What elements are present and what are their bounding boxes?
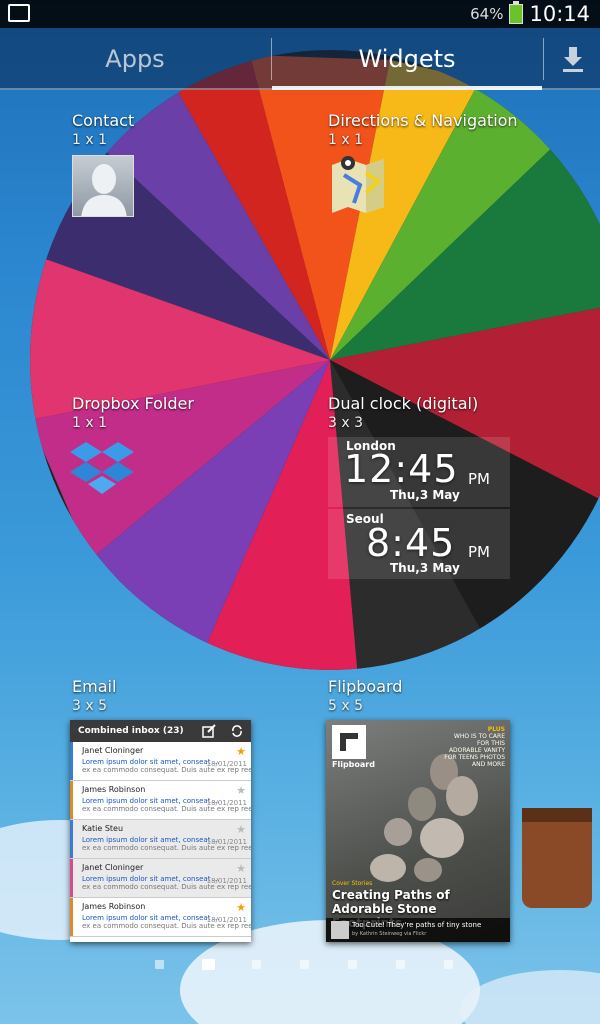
widget-title: Dual clock (digital): [328, 394, 479, 413]
widget-size: 3 x 3: [328, 415, 363, 431]
email-sender: Janet Cloninger: [82, 746, 144, 755]
clock-block-london: London 12:45 PM Thu,3 May: [328, 437, 510, 507]
widget-title: Email: [72, 677, 117, 696]
widget-title: Contact: [72, 111, 135, 130]
tab-bar: Apps Widgets: [0, 28, 600, 90]
email-date: 18/01/2011: [206, 877, 247, 885]
email-row[interactable]: Janet Cloninger Lorem ipsum dolor sit ame…: [70, 859, 251, 898]
email-date: 18/01/2011: [206, 799, 247, 807]
flipboard-thumbnail: [331, 921, 349, 939]
page-indicator: [0, 957, 600, 973]
widget-size: 1 x 1: [72, 415, 107, 431]
tab-apps[interactable]: Apps: [0, 28, 270, 90]
widget-size: 5 x 5: [328, 698, 363, 714]
compose-icon: [202, 724, 216, 738]
refresh-icon: [230, 724, 244, 738]
widget-title: Dropbox Folder: [72, 394, 194, 413]
page-dot[interactable]: [155, 960, 164, 969]
clock-time: 12:45: [344, 447, 459, 491]
download-icon: [562, 47, 583, 72]
map-navigation-icon[interactable]: [330, 155, 386, 217]
email-widget-preview[interactable]: Combined inbox (23) Janet Cloninger Lorem…: [70, 720, 251, 942]
dual-clock-preview[interactable]: London 12:45 PM Thu,3 May Seoul 8:45 PM …: [328, 437, 510, 585]
email-account-color-bar: [70, 898, 73, 936]
tab-widgets[interactable]: Widgets: [272, 28, 542, 90]
email-account-color-bar: [70, 781, 73, 819]
page-dot[interactable]: [348, 960, 357, 969]
email-date: 18/01/2011: [206, 760, 247, 768]
email-row[interactable]: Janet Cloninger Lorem ipsum dolor sit ame…: [70, 742, 251, 781]
battery-percent: 64%: [470, 5, 504, 23]
widget-flipboard[interactable]: Flipboard 5 x 5: [328, 677, 402, 714]
email-row[interactable]: James Robinson Lorem ipsum dolor sit amet…: [70, 781, 251, 820]
email-date: 18/01/2011: [206, 838, 247, 846]
contact-silhouette-icon[interactable]: [72, 155, 134, 217]
flipboard-byline: by Kathrin Steinweg via Flickr: [352, 931, 427, 937]
flipboard-side-tag: PLUS: [487, 726, 505, 733]
flipboard-name: Flipboard: [332, 760, 375, 769]
email-sender: Katie Steu: [82, 824, 124, 833]
email-inbox-title: Combined inbox (23): [78, 726, 184, 736]
clock-block-seoul: Seoul 8:45 PM Thu,3 May: [328, 509, 510, 579]
battery-icon: [509, 1, 524, 24]
clock-date: Thu,3 May: [390, 561, 460, 575]
email-date: 18/01/2011: [206, 916, 247, 924]
status-clock: 10:14: [529, 2, 590, 26]
page-dot[interactable]: [300, 960, 309, 969]
widget-email[interactable]: Email 3 x 5: [72, 677, 116, 714]
email-header: Combined inbox (23): [70, 720, 251, 742]
widget-size: 3 x 5: [72, 698, 107, 714]
widget-size: 1 x 1: [328, 132, 363, 148]
star-icon[interactable]: ★: [236, 823, 246, 836]
clock-date: Thu,3 May: [390, 488, 460, 502]
status-bar: 64% 10:14: [0, 0, 600, 28]
flipboard-footer: Too Cute! They're paths of tiny stone by…: [326, 918, 510, 942]
widget-title: Flipboard: [328, 677, 403, 696]
star-icon[interactable]: ★: [236, 784, 246, 797]
page-dot-active[interactable]: [202, 959, 215, 970]
email-row[interactable]: Katie Steu Lorem ipsum dolor sit amet, co…: [70, 820, 251, 859]
email-row[interactable]: James Robinson Lorem ipsum dolor sit amet…: [70, 898, 251, 937]
star-icon[interactable]: ★: [236, 862, 246, 875]
star-icon[interactable]: ★: [236, 745, 246, 758]
flipboard-side-text: PLUS WHO IS TO CARE FOR THIS ADORABLE VA…: [443, 726, 505, 768]
flipboard-side-headline: WHO IS TO CARE FOR THIS ADORABLE VANITY …: [444, 733, 505, 768]
page-dot[interactable]: [252, 960, 261, 969]
email-account-color-bar: [70, 859, 73, 897]
widget-size: 1 x 1: [72, 132, 107, 148]
star-icon[interactable]: ★: [236, 901, 246, 914]
email-account-color-bar: [70, 742, 73, 780]
flipboard-category: Cover Stories: [332, 880, 373, 887]
clock-time: 8:45: [366, 521, 456, 565]
email-account-color-bar: [70, 820, 73, 858]
email-sender: Janet Cloninger: [82, 863, 144, 872]
page-dot[interactable]: [396, 960, 405, 969]
download-button[interactable]: [545, 28, 600, 90]
clock-ampm: PM: [468, 543, 490, 561]
tab-bar-underline: [0, 88, 600, 90]
widget-dual-clock[interactable]: Dual clock (digital) 3 x 3: [328, 394, 478, 431]
widget-contact[interactable]: Contact 1 x 1: [72, 111, 134, 148]
clock-ampm: PM: [468, 470, 490, 488]
widget-title: Directions & Navigation: [328, 111, 518, 130]
email-sender: James Robinson: [82, 785, 146, 794]
widget-dropbox[interactable]: Dropbox Folder 1 x 1: [72, 394, 194, 431]
flipboard-logo-icon: [332, 725, 366, 759]
flipboard-caption: Too Cute! They're paths of tiny stone: [352, 921, 482, 929]
dropbox-icon[interactable]: [70, 438, 134, 502]
flipboard-widget-preview[interactable]: Flipboard PLUS WHO IS TO CARE FOR THIS A…: [326, 720, 510, 942]
email-sender: James Robinson: [82, 902, 146, 911]
page-dot[interactable]: [444, 960, 453, 969]
widget-directions[interactable]: Directions & Navigation 1 x 1: [328, 111, 518, 148]
gallery-notification-icon: [8, 4, 30, 22]
tab-divider: [543, 38, 544, 80]
